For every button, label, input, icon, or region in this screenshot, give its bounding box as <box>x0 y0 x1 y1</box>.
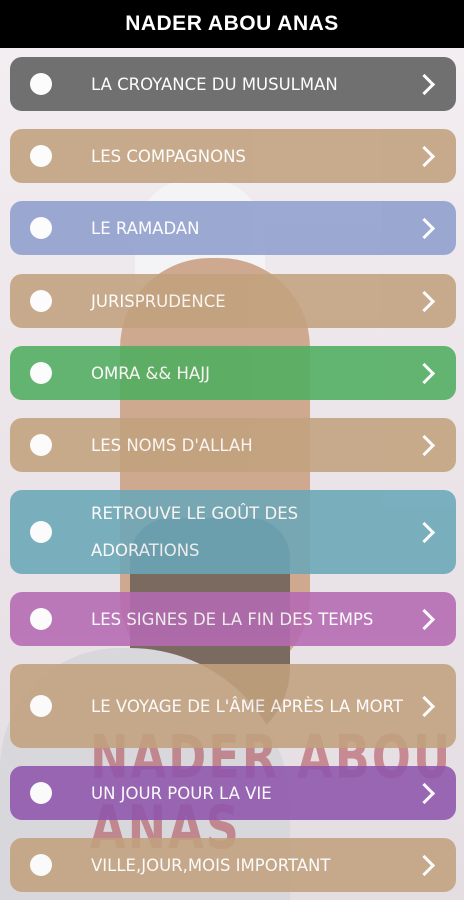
radio-dot-icon <box>30 854 52 876</box>
app-title: NADER ABOU ANAS <box>125 12 339 35</box>
radio-dot-icon <box>30 434 52 456</box>
menu-item-ramadan[interactable]: LE RAMADAN <box>10 201 456 255</box>
radio-dot-icon <box>30 145 52 167</box>
radio-dot-icon <box>30 217 52 239</box>
menu-item-jurisprudence[interactable]: JURISPRUDENCE <box>10 274 456 328</box>
menu-item-label: LA CROYANCE DU MUSULMAN <box>91 74 338 94</box>
app-title-bar: NADER ABOU ANAS <box>0 0 464 48</box>
menu-item-label: LE VOYAGE DE L'ÂME APRÈS LA MORT <box>91 696 404 716</box>
menu-item-label: LES COMPAGNONS <box>91 146 246 166</box>
chevron-right-icon <box>413 217 436 239</box>
menu-item-noms-allah[interactable]: LES NOMS D'ALLAH <box>10 418 456 472</box>
chevron-right-icon <box>413 145 436 167</box>
chevron-right-icon <box>413 362 436 384</box>
chevron-right-icon <box>413 521 436 543</box>
menu-item-label: RETROUVE LE GOÛT DES ADORATIONS <box>91 504 299 560</box>
menu-item-compagnons[interactable]: LES COMPAGNONS <box>10 129 456 183</box>
radio-dot-icon <box>30 782 52 804</box>
chevron-right-icon <box>413 854 436 876</box>
chevron-right-icon <box>413 782 436 804</box>
radio-dot-icon <box>30 362 52 384</box>
menu-item-label: UN JOUR POUR LA VIE <box>91 783 272 803</box>
chevron-right-icon <box>413 608 436 630</box>
menu-item-label: LES SIGNES DE LA FIN DES TEMPS <box>91 609 374 629</box>
chevron-right-icon <box>413 434 436 456</box>
menu-item-label: VILLE,JOUR,MOIS IMPORTANT <box>91 855 331 875</box>
menu-item-label: JURISPRUDENCE <box>91 291 226 311</box>
chevron-right-icon <box>413 73 436 95</box>
radio-dot-icon <box>30 521 52 543</box>
radio-dot-icon <box>30 290 52 312</box>
menu-item-voyage-ame[interactable]: LE VOYAGE DE L'ÂME APRÈS LA MORT <box>10 664 456 748</box>
radio-dot-icon <box>30 695 52 717</box>
radio-dot-icon <box>30 73 52 95</box>
menu-item-label: LE RAMADAN <box>91 218 200 238</box>
radio-dot-icon <box>30 608 52 630</box>
menu-item-label: LES NOMS D'ALLAH <box>91 435 253 455</box>
menu-item-ville-jour-mois[interactable]: VILLE,JOUR,MOIS IMPORTANT <box>10 838 456 892</box>
menu-item-label: OMRA && HAJJ <box>91 363 210 383</box>
menu-item-croyance[interactable]: LA CROYANCE DU MUSULMAN <box>10 57 456 111</box>
menu-item-jour-vie[interactable]: UN JOUR POUR LA VIE <box>10 766 456 820</box>
chevron-right-icon <box>413 695 436 717</box>
menu-item-adorations[interactable]: RETROUVE LE GOÛT DES ADORATIONS <box>10 490 456 574</box>
chevron-right-icon <box>413 290 436 312</box>
menu-item-signes-fin[interactable]: LES SIGNES DE LA FIN DES TEMPS <box>10 592 456 646</box>
menu-item-omra-hajj[interactable]: OMRA && HAJJ <box>10 346 456 400</box>
